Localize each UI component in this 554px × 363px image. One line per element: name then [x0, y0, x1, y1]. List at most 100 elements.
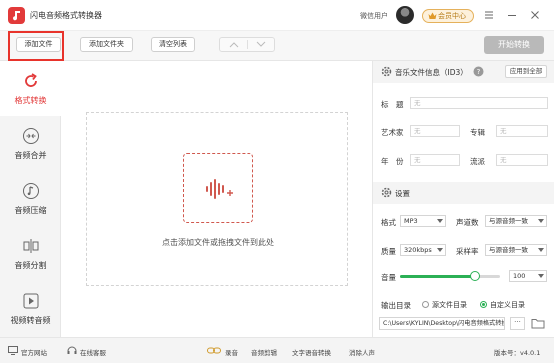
browse-button[interactable]: ··· [510, 317, 525, 330]
toolbar: 添加文件 添加文件夹 清空列表 开始转换 [0, 31, 554, 61]
genre-input[interactable]: 无 [496, 154, 548, 166]
svg-text:?: ? [477, 68, 481, 76]
merge-icon [23, 128, 39, 144]
chevron-down-icon [437, 219, 443, 223]
help-icon[interactable]: ? [473, 66, 484, 77]
recording-link[interactable]: 录音 [225, 347, 238, 357]
audio-edit-link[interactable]: 音频剪辑 [251, 347, 277, 357]
sidebar-item-label: 音频分割 [14, 261, 47, 270]
format-label: 格式 [381, 218, 396, 227]
custom-dir-label: 自定义目录 [490, 301, 525, 309]
drop-hint: 点击添加文件或拖拽文件到此处 [162, 238, 274, 247]
start-convert-button[interactable]: 开始转换 [484, 36, 544, 54]
member-center-button[interactable]: 会员中心 [422, 9, 474, 23]
close-icon[interactable] [528, 8, 542, 22]
tts-link[interactable]: 文字语音转换 [292, 347, 331, 357]
channels-select[interactable]: 与源音频一致 [485, 215, 547, 227]
chain-link-icon [207, 347, 221, 354]
add-file-drop-target[interactable] [183, 153, 253, 223]
music-note-icon [23, 183, 39, 199]
sidebar-item-format-convert[interactable]: 格式转换 [0, 61, 61, 116]
audio-add-icon [206, 179, 233, 199]
volume-slider-handle[interactable] [470, 271, 480, 281]
split-icon [23, 239, 39, 253]
sidebar-item-audio-compress[interactable]: 音频压缩 [0, 171, 61, 226]
volume-slider[interactable] [400, 271, 500, 281]
move-buttons [219, 37, 275, 52]
output-path-field[interactable]: C:\Users\KYLIN\Desktop\闪电音频格式转换 [379, 317, 505, 330]
source-dir-radio[interactable] [422, 301, 429, 308]
folder-icon[interactable] [531, 318, 545, 329]
output-dir-label: 输出目录 [381, 301, 411, 310]
app-logo-icon [8, 7, 25, 24]
genre-label: 流派 [470, 157, 485, 166]
version-label: 版本号：v4.0.1 [494, 349, 541, 357]
volume-stepper[interactable]: 100 [509, 270, 547, 282]
minimize-icon[interactable] [505, 8, 519, 22]
sidebar-item-label: 音频压缩 [14, 206, 47, 215]
samplerate-select[interactable]: 与源音频一致 [485, 244, 547, 256]
menu-icon[interactable] [482, 8, 496, 22]
chevron-down-icon [437, 248, 443, 252]
headset-icon [67, 346, 77, 354]
app-title: 闪电音频格式转换器 [30, 11, 102, 20]
add-folder-button[interactable]: 添加文件夹 [80, 37, 133, 52]
annotation-highlight-box [8, 31, 64, 61]
crown-icon [428, 12, 437, 19]
settings-gear-icon [381, 66, 392, 77]
year-label: 年 份 [381, 157, 404, 166]
clear-list-button[interactable]: 清空列表 [151, 37, 195, 52]
sidebar-item-audio-split[interactable]: 音频分割 [0, 226, 61, 281]
settings-title: 设置 [395, 189, 410, 198]
channels-select-value: 与源音频一致 [489, 217, 528, 225]
format-select[interactable]: MP3 [400, 215, 446, 227]
online-support-link[interactable]: 在线客服 [80, 347, 106, 357]
user-name[interactable]: 微信用户 [360, 11, 388, 21]
status-bar: 官方网站 在线客服 录音 音频剪辑 文字语音转换 消除人声 版本号：v4.0.1 [0, 337, 554, 363]
move-up-icon[interactable] [229, 41, 239, 48]
volume-label: 音量 [381, 273, 396, 282]
member-center-label: 会员中心 [438, 12, 466, 20]
drop-zone[interactable]: 点击添加文件或拖拽文件到此处 [86, 112, 348, 286]
chevron-down-icon [538, 274, 544, 278]
album-label: 专辑 [470, 128, 485, 137]
monitor-icon [8, 346, 18, 355]
title-input[interactable]: 无 [410, 97, 548, 109]
quality-select[interactable]: 320kbps [400, 244, 446, 256]
sidebar-item-label: 格式转换 [14, 96, 47, 105]
avatar[interactable] [396, 6, 414, 24]
custom-dir-radio[interactable] [480, 301, 487, 308]
sidebar-item-video-to-audio[interactable]: 视频转音频 [0, 281, 61, 336]
year-input[interactable]: 无 [410, 154, 460, 166]
quality-select-value: 320kbps [404, 246, 432, 254]
file-list-area: 点击添加文件或拖拽文件到此处 [62, 61, 372, 337]
source-dir-label: 源文件目录 [432, 301, 467, 309]
channels-label: 声道数 [456, 218, 479, 227]
video-play-icon [23, 293, 39, 309]
sidebar: 格式转换 音频合并 音频压缩 音频分割 视频转音频 [0, 61, 61, 337]
format-select-value: MP3 [404, 217, 418, 225]
settings-section-header: 设置 [373, 182, 554, 204]
vocal-remove-link[interactable]: 消除人声 [349, 347, 375, 357]
title-bar: 闪电音频格式转换器 微信用户 会员中心 [0, 0, 554, 31]
title-label: 标 题 [381, 100, 404, 109]
sidebar-item-audio-merge[interactable]: 音频合并 [0, 116, 61, 171]
samplerate-select-value: 与源音频一致 [489, 246, 528, 254]
chevron-down-icon [538, 219, 544, 223]
right-panel: 音乐文件信息（ID3） ? 应用到全部 标 题 无 艺术家 无 专辑 无 年 份… [372, 61, 554, 337]
artist-input[interactable]: 无 [410, 125, 460, 137]
sidebar-item-label: 视频转音频 [10, 316, 51, 325]
settings-gear-icon [381, 187, 392, 198]
official-website-link[interactable]: 官方网站 [21, 347, 47, 357]
artist-label: 艺术家 [381, 128, 404, 137]
id3-section-header: 音乐文件信息（ID3） ? 应用到全部 [373, 61, 554, 83]
id3-title: 音乐文件信息（ID3） [395, 68, 468, 77]
chevron-down-icon [538, 248, 544, 252]
volume-value: 100 [513, 272, 526, 280]
move-down-icon[interactable] [256, 41, 266, 48]
sidebar-item-label: 音频合并 [14, 151, 47, 160]
apply-all-button[interactable]: 应用到全部 [505, 65, 547, 78]
album-input[interactable]: 无 [496, 125, 548, 137]
refresh-icon [25, 73, 37, 87]
samplerate-label: 采样率 [456, 247, 479, 256]
